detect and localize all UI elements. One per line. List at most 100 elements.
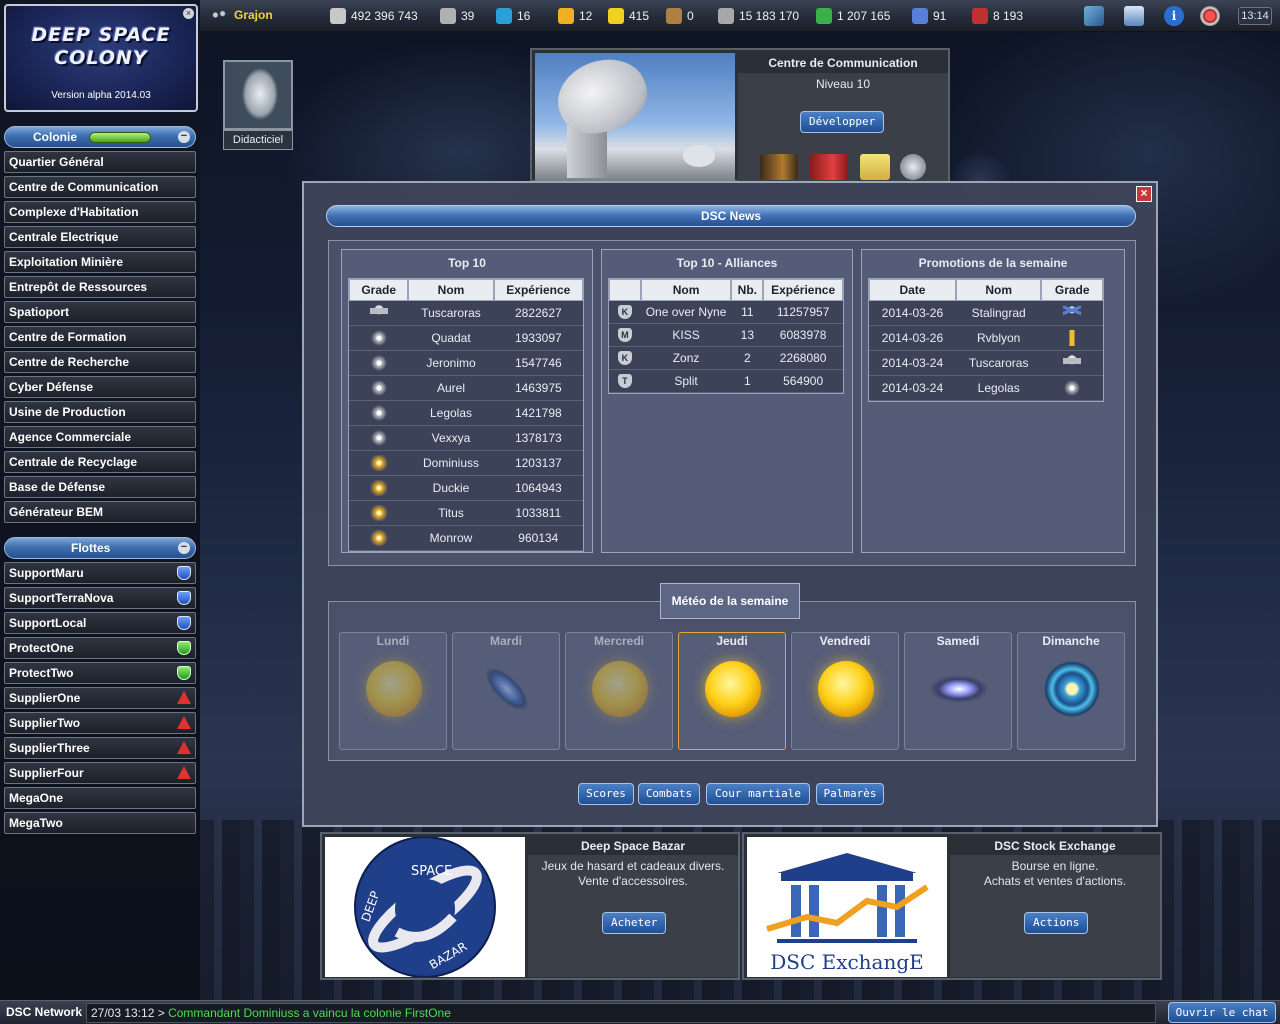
colony-item[interactable]: Entrepôt de Ressources bbox=[4, 276, 196, 298]
resource-item[interactable]: 492 396 743 bbox=[330, 8, 418, 24]
colony-item[interactable]: Centre de Communication bbox=[4, 176, 196, 198]
colony-item[interactable]: Spatioport bbox=[4, 301, 196, 323]
resource-card-icon[interactable] bbox=[760, 154, 798, 180]
colony-item[interactable]: Usine de Production bbox=[4, 401, 196, 423]
news-tab-button[interactable]: Scores bbox=[578, 783, 634, 805]
fleet-item[interactable]: SupportMaru bbox=[4, 562, 196, 584]
bazar-info: Deep Space Bazar Jeux de hasard et cadea… bbox=[528, 837, 738, 977]
buy-button[interactable]: Acheter bbox=[602, 912, 667, 934]
rank-insignia-icon bbox=[369, 430, 388, 446]
resource-item[interactable]: 15 183 170 bbox=[718, 8, 799, 24]
table-row[interactable]: 2014-03-26 Stalingrad bbox=[869, 301, 1103, 326]
building-title: Centre de Communication bbox=[738, 53, 948, 73]
weather-day[interactable]: Mardi bbox=[452, 632, 560, 750]
alliances-box: Top 10 - Alliances Nom Nb. Expérience KO… bbox=[601, 249, 853, 553]
close-icon[interactable]: × bbox=[183, 8, 194, 19]
fleet-item[interactable]: ProtectTwo bbox=[4, 662, 196, 684]
fleet-item[interactable]: SupportTerraNova bbox=[4, 587, 196, 609]
resource-item[interactable]: 0 bbox=[666, 8, 694, 24]
tutorial-button[interactable]: Didacticiel bbox=[223, 60, 293, 151]
fleet-item[interactable]: ProtectOne bbox=[4, 637, 196, 659]
close-dialog-button[interactable]: × bbox=[1136, 186, 1152, 202]
weather-day[interactable]: Dimanche bbox=[1017, 632, 1125, 750]
collapse-icon[interactable]: − bbox=[178, 542, 190, 554]
note-icon[interactable] bbox=[860, 154, 890, 180]
fleet-item[interactable]: MegaTwo bbox=[4, 812, 196, 834]
news-tab-button[interactable]: Cour martiale bbox=[706, 783, 810, 805]
date-cell: 2014-03-24 bbox=[869, 351, 956, 376]
day-name: Jeudi bbox=[716, 634, 748, 648]
player-name-cell: Legolas bbox=[955, 376, 1042, 401]
fleet-item[interactable]: SupplierTwo bbox=[4, 712, 196, 734]
table-row[interactable]: Quadat 1933097 bbox=[349, 326, 583, 351]
colony-item[interactable]: Centrale de Recyclage bbox=[4, 451, 196, 473]
table-row[interactable]: Monrow 960134 bbox=[349, 526, 583, 551]
player-name[interactable]: Grajon bbox=[210, 8, 273, 22]
open-chat-button[interactable]: Ouvrir le chat bbox=[1168, 1002, 1276, 1023]
colony-item[interactable]: Quartier Général bbox=[4, 151, 196, 173]
credits-icon bbox=[330, 8, 346, 24]
table-row[interactable]: Tuscaroras 2822627 bbox=[349, 301, 583, 326]
resource-item[interactable]: 415 bbox=[608, 8, 649, 24]
member-count-cell: 11 bbox=[731, 301, 764, 324]
table-row[interactable]: Jeronimo 1547746 bbox=[349, 351, 583, 376]
colony-item[interactable]: Agence Commerciale bbox=[4, 426, 196, 448]
red-card-icon[interactable] bbox=[810, 154, 848, 180]
weather-day[interactable]: Mercredi bbox=[565, 632, 673, 750]
weather-day[interactable]: Samedi bbox=[904, 632, 1012, 750]
home-icon[interactable] bbox=[1124, 6, 1144, 26]
colony-section-header[interactable]: Colonie − bbox=[4, 126, 196, 148]
fleet-item[interactable]: SupplierOne bbox=[4, 687, 196, 709]
building-panel: Centre de Communication Niveau 10 Dévelo… bbox=[530, 48, 950, 182]
table-row[interactable]: K Zonz 2 2268080 bbox=[609, 347, 843, 370]
table-row[interactable]: Legolas 1421798 bbox=[349, 401, 583, 426]
colony-item[interactable]: Centrale Electrique bbox=[4, 226, 196, 248]
colony-item[interactable]: Centre de Recherche bbox=[4, 351, 196, 373]
resource-item[interactable]: 39 bbox=[440, 8, 474, 24]
collapse-icon[interactable]: − bbox=[178, 131, 190, 143]
resource-item[interactable]: 91 bbox=[912, 8, 946, 24]
colony-item[interactable]: Générateur BEM bbox=[4, 501, 196, 523]
power-icon[interactable] bbox=[1200, 6, 1220, 26]
weather-day[interactable]: Lundi bbox=[339, 632, 447, 750]
resource-item[interactable]: 12 bbox=[558, 8, 592, 24]
news-tab-button[interactable]: Palmarès bbox=[816, 783, 884, 805]
table-row[interactable]: 2014-03-26 Rvblyon bbox=[869, 326, 1103, 351]
fleets-section-header[interactable]: Flottes − bbox=[4, 537, 196, 559]
table-row[interactable]: Duckie 1064943 bbox=[349, 476, 583, 501]
colony-item[interactable]: Exploitation Minière bbox=[4, 251, 196, 273]
weather-day[interactable]: Jeudi bbox=[678, 632, 786, 750]
colony-item[interactable]: Complexe d'Habitation bbox=[4, 201, 196, 223]
table-row[interactable]: Dominiuss 1203137 bbox=[349, 451, 583, 476]
alliances-table: Nom Nb. Expérience K One over Nyne 11 11257… bbox=[608, 278, 844, 394]
resource-item[interactable]: 16 bbox=[496, 8, 530, 24]
table-row[interactable]: Aurel 1463975 bbox=[349, 376, 583, 401]
colony-item[interactable]: Base de Défense bbox=[4, 476, 196, 498]
colony-item[interactable]: Cyber Défense bbox=[4, 376, 196, 398]
fleet-item[interactable]: SupplierThree bbox=[4, 737, 196, 759]
table-row[interactable]: 2014-03-24 Tuscaroras bbox=[869, 351, 1103, 376]
resource-item[interactable]: 1 207 165 bbox=[816, 8, 890, 24]
table-row[interactable]: Vexxya 1378173 bbox=[349, 426, 583, 451]
table-row[interactable]: K One over Nyne 11 11257957 bbox=[609, 301, 843, 324]
map-icon[interactable] bbox=[1084, 6, 1104, 26]
date-cell: 2014-03-24 bbox=[869, 376, 956, 401]
fleet-item[interactable]: MegaOne bbox=[4, 787, 196, 809]
fleet-item[interactable]: SupplierFour bbox=[4, 762, 196, 784]
android-icon[interactable] bbox=[900, 154, 926, 180]
table-row[interactable]: M KISS 13 6083978 bbox=[609, 324, 843, 347]
actions-button[interactable]: Actions bbox=[1024, 912, 1089, 934]
table-row[interactable]: Titus 1033811 bbox=[349, 501, 583, 526]
news-tab-button[interactable]: Combats bbox=[638, 783, 700, 805]
resource-item[interactable]: 8 193 bbox=[972, 8, 1023, 24]
colony-item[interactable]: Centre de Formation bbox=[4, 326, 196, 348]
info-icon[interactable]: i bbox=[1164, 6, 1184, 26]
fleet-item[interactable]: SupportLocal bbox=[4, 612, 196, 634]
satellite-dish-image bbox=[535, 53, 735, 181]
weather-day[interactable]: Vendredi bbox=[791, 632, 899, 750]
table-row[interactable]: T Split 1 564900 bbox=[609, 370, 843, 393]
rank-insignia-icon bbox=[369, 480, 388, 496]
day-name: Lundi bbox=[376, 634, 410, 648]
develop-button[interactable]: Développer bbox=[800, 111, 885, 133]
table-row[interactable]: 2014-03-24 Legolas bbox=[869, 376, 1103, 401]
